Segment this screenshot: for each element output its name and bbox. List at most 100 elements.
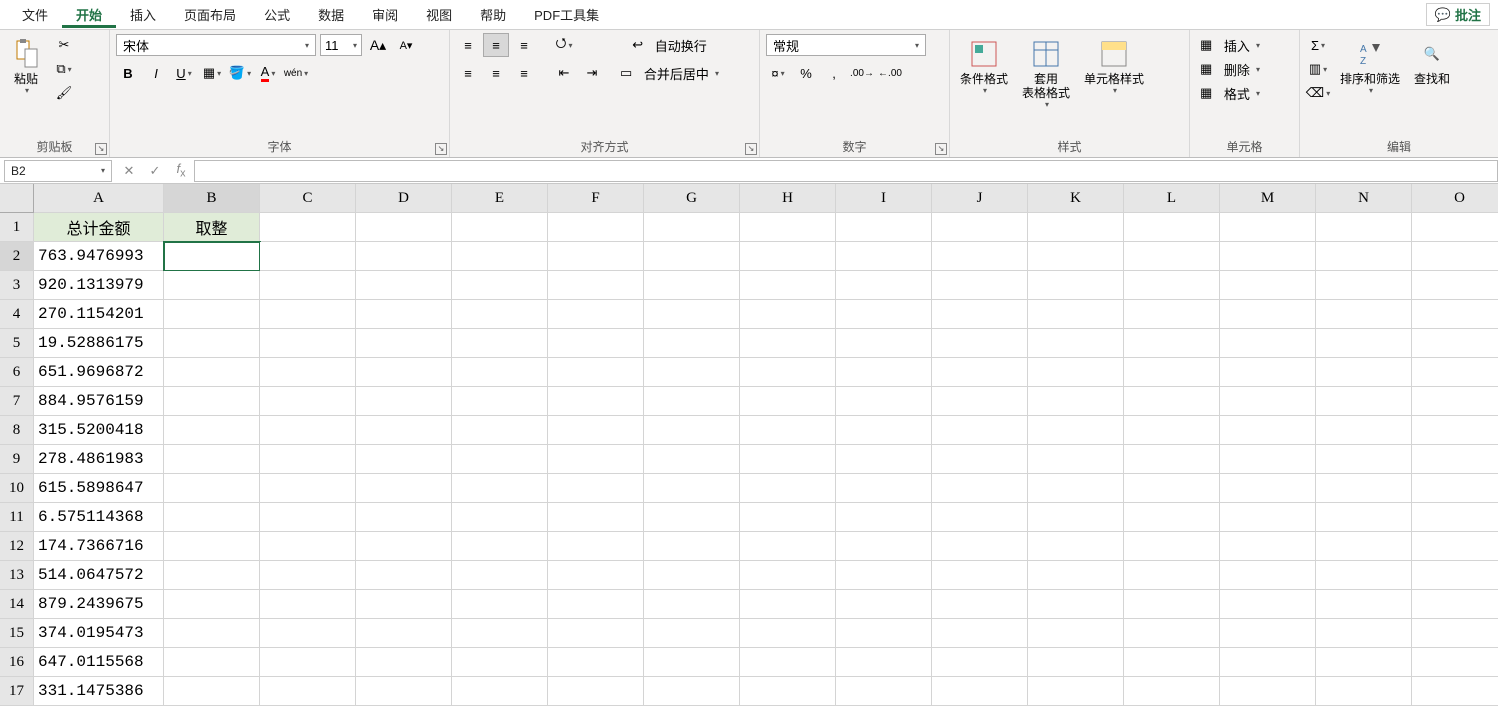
cell[interactable] <box>548 648 644 677</box>
cell[interactable] <box>740 590 836 619</box>
cell[interactable] <box>1028 561 1124 590</box>
column-header[interactable]: D <box>356 184 452 213</box>
cell[interactable] <box>836 677 932 706</box>
row-header[interactable]: 15 <box>0 619 34 648</box>
cell[interactable] <box>836 416 932 445</box>
row-header[interactable]: 14 <box>0 590 34 619</box>
cell[interactable] <box>644 619 740 648</box>
cell[interactable] <box>164 242 260 271</box>
column-header[interactable]: A <box>34 184 164 213</box>
cell[interactable]: 331.1475386 <box>34 677 164 706</box>
cell[interactable] <box>1412 503 1498 532</box>
cell[interactable] <box>1220 532 1316 561</box>
cell[interactable] <box>164 271 260 300</box>
cell[interactable] <box>1220 590 1316 619</box>
cell[interactable] <box>1124 619 1220 648</box>
cell[interactable]: 278.4861983 <box>34 445 164 474</box>
cell[interactable] <box>1028 619 1124 648</box>
cell[interactable] <box>260 242 356 271</box>
row-header[interactable]: 11 <box>0 503 34 532</box>
format-painter-button[interactable]: 🖌 <box>52 82 76 104</box>
column-header[interactable]: E <box>452 184 548 213</box>
cell[interactable] <box>932 474 1028 503</box>
cell[interactable] <box>260 532 356 561</box>
cell[interactable] <box>1316 648 1412 677</box>
cell[interactable] <box>356 677 452 706</box>
cell[interactable] <box>1220 387 1316 416</box>
font-color-button[interactable]: A▾ <box>256 62 280 84</box>
cell[interactable] <box>164 300 260 329</box>
cell[interactable] <box>1028 242 1124 271</box>
row-header[interactable]: 6 <box>0 358 34 387</box>
cell[interactable] <box>1124 387 1220 416</box>
cell[interactable] <box>740 532 836 561</box>
cell[interactable] <box>260 416 356 445</box>
align-left-button[interactable]: ≡ <box>456 62 480 84</box>
cell[interactable] <box>356 358 452 387</box>
decrease-font-button[interactable]: A▾ <box>394 34 418 56</box>
formula-confirm-button[interactable]: ✓ <box>142 163 168 179</box>
cell[interactable] <box>740 561 836 590</box>
row-header[interactable]: 12 <box>0 532 34 561</box>
cell[interactable] <box>548 677 644 706</box>
cell[interactable] <box>356 532 452 561</box>
cell[interactable] <box>836 242 932 271</box>
cell[interactable] <box>1316 271 1412 300</box>
cell[interactable] <box>356 213 452 242</box>
cell[interactable] <box>260 677 356 706</box>
cell[interactable] <box>452 300 548 329</box>
cell[interactable] <box>452 503 548 532</box>
comma-button[interactable]: , <box>822 62 846 84</box>
cell[interactable] <box>1412 271 1498 300</box>
tab-file[interactable]: 文件 <box>8 1 62 28</box>
find-button[interactable]: 🔍 查找和 <box>1410 34 1454 88</box>
cell[interactable] <box>644 561 740 590</box>
cell[interactable] <box>1220 503 1316 532</box>
cell[interactable]: 615.5898647 <box>34 474 164 503</box>
cell[interactable] <box>548 561 644 590</box>
cell[interactable] <box>452 271 548 300</box>
fill-color-button[interactable]: 🪣▾ <box>228 62 252 84</box>
cell[interactable] <box>1028 677 1124 706</box>
underline-button[interactable]: U▾ <box>172 62 196 84</box>
cell[interactable] <box>1220 648 1316 677</box>
column-header[interactable]: I <box>836 184 932 213</box>
delete-cells-button[interactable]: ▦ 删除▾ <box>1196 58 1264 80</box>
cell[interactable] <box>1028 474 1124 503</box>
tab-formula[interactable]: 公式 <box>250 1 304 28</box>
row-header[interactable]: 4 <box>0 300 34 329</box>
cell[interactable] <box>1412 358 1498 387</box>
cell[interactable] <box>932 619 1028 648</box>
align-middle-button[interactable]: ≡ <box>484 34 508 56</box>
cell[interactable] <box>356 503 452 532</box>
font-name-select[interactable]: 宋体▾ <box>116 34 316 56</box>
cell[interactable] <box>836 503 932 532</box>
number-format-select[interactable]: 常规▾ <box>766 34 926 56</box>
column-header[interactable]: L <box>1124 184 1220 213</box>
cell[interactable] <box>1220 300 1316 329</box>
cell[interactable] <box>356 271 452 300</box>
cell[interactable] <box>1316 532 1412 561</box>
tab-layout[interactable]: 页面布局 <box>170 1 250 28</box>
cell[interactable] <box>644 445 740 474</box>
decrease-indent-button[interactable]: ⇤ <box>552 62 576 84</box>
cell[interactable] <box>1124 677 1220 706</box>
tab-data[interactable]: 数据 <box>304 1 358 28</box>
column-header[interactable]: N <box>1316 184 1412 213</box>
cell[interactable] <box>452 474 548 503</box>
cell[interactable] <box>1316 503 1412 532</box>
bold-button[interactable]: B <box>116 62 140 84</box>
cell[interactable] <box>1316 590 1412 619</box>
orientation-button[interactable]: ⭯▾ <box>552 34 576 56</box>
cell[interactable] <box>356 329 452 358</box>
cell[interactable] <box>548 300 644 329</box>
cell[interactable] <box>356 619 452 648</box>
cell[interactable] <box>260 271 356 300</box>
cell[interactable] <box>932 677 1028 706</box>
cell[interactable] <box>452 387 548 416</box>
cell[interactable] <box>836 445 932 474</box>
cell[interactable] <box>164 561 260 590</box>
cell[interactable] <box>1412 445 1498 474</box>
cell[interactable] <box>932 590 1028 619</box>
cell[interactable] <box>452 561 548 590</box>
